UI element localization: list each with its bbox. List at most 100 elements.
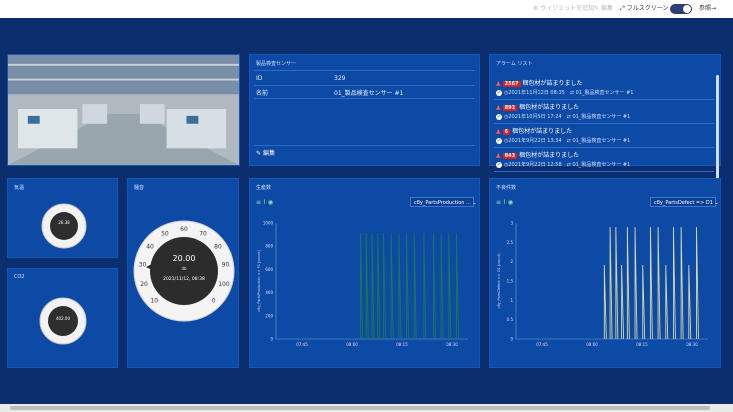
- device-icon: ⇄: [566, 138, 571, 144]
- sensor-info-panel: 製品検査センサー ID 329 名前 01_製品検査センサー #1 ✎ 編集: [249, 54, 480, 166]
- alarm-list: ▲ 2567 梱包材が詰まりました ✓ ◷2021年11月12日 08:35 ⇄ 01…: [494, 75, 714, 172]
- co2-gauge: 402.00: [39, 297, 87, 345]
- noise-timestamp: 2021/11/12, 08:38: [163, 276, 205, 282]
- alarm-scrollbar[interactable]: [716, 75, 719, 195]
- line-chart-icon[interactable]: ⌇: [503, 199, 506, 206]
- alarm-date: 2021年11月12日 08:35: [508, 90, 565, 96]
- eye-icon[interactable]: ◉: [268, 199, 273, 206]
- gauge-tick-label: 40: [146, 243, 154, 250]
- y-axis-label: c8y_PartsDefect => D1 [count]: [497, 253, 501, 309]
- alarm-text: 梱包材が詰まりました: [519, 152, 580, 159]
- alarm-count-badge: 892: [502, 105, 518, 111]
- y-tick-label: 3: [510, 221, 513, 226]
- alarm-item[interactable]: ▲ 892 梱包材が詰まりました ✓ ◷2021年10月5日 17:24 ⇄ 01_製…: [494, 99, 714, 124]
- id-value: 329: [334, 75, 346, 82]
- divider: [254, 145, 475, 146]
- alarm-count-badge: 2567: [502, 81, 521, 87]
- factory-image: [7, 54, 240, 166]
- gauge-tick-label: 80: [214, 243, 222, 250]
- divider: [254, 85, 475, 86]
- warning-icon: ▲: [496, 152, 501, 159]
- alarm-item[interactable]: ▲ 843 梱包材が詰まりました ✓ ◷2021年9月22日 12:58 ⇄ 01_製…: [494, 147, 714, 172]
- fullscreen-label: フルスクリーン: [626, 5, 669, 12]
- production-chart-panel: 生産数 ≡ ⌇ ◉ c8y_PartsProduction ... ⌄ 1000…: [249, 178, 480, 368]
- warning-icon: ▲: [496, 80, 501, 87]
- series-line: [360, 232, 459, 340]
- gauge-tick-label: 60: [180, 226, 188, 233]
- x-tick-label: 08:15: [636, 342, 648, 347]
- eye-icon[interactable]: ◉: [508, 199, 513, 206]
- warning-icon: ▲: [496, 104, 501, 111]
- check-icon: ✓: [496, 90, 502, 96]
- co2-title: CO2: [14, 274, 25, 280]
- reference-link[interactable]: 参照→: [699, 4, 716, 14]
- alarm-source: 01_製品検査センサー #1: [572, 138, 631, 144]
- gauge-tick-label: 50: [161, 231, 169, 238]
- y-tick-label: 600: [265, 267, 273, 272]
- y-tick-label: 2: [510, 259, 513, 264]
- alarm-list-panel: アラーム リスト ▲ 2567 梱包材が詰まりました ✓ ◷2021年11月12日 0…: [489, 54, 721, 195]
- x-tick-label: 08:15: [396, 342, 408, 347]
- alarm-source: 01_製品検査センサー #1: [575, 90, 634, 96]
- add-widget-button[interactable]: ⚙ ウィジェットを追加: [533, 4, 594, 14]
- defects-title: 不良件数: [496, 185, 517, 191]
- defects-series-select[interactable]: c8y_PartsDefect => D1 ⌄: [650, 197, 719, 207]
- defects-chart-panel: 不良件数 ≡ ⌇ ◉ c8y_PartsDefect => D1 ⌄ 3 2.5 2…: [489, 178, 721, 368]
- alarm-date: 2021年9月22日 12:58: [508, 162, 562, 168]
- alarm-item[interactable]: ▲ 2567 梱包材が詰まりました ✓ ◷2021年11月12日 08:35 ⇄ 01…: [494, 75, 714, 100]
- alarm-count-badge: 843: [502, 153, 518, 159]
- fullscreen-button[interactable]: ⤢ フルスクリーン: [620, 4, 668, 14]
- alarm-source: 01_製品検査センサー #1: [572, 162, 631, 168]
- production-title: 生産数: [256, 185, 272, 191]
- y-tick-label: 0: [510, 337, 513, 342]
- y-tick-label: 800: [265, 244, 273, 249]
- x-tick-label: 08:00: [346, 342, 358, 347]
- defects-series-label: c8y_PartsDefect => D1: [654, 200, 713, 206]
- edit-label: 編集: [600, 5, 613, 12]
- check-icon: ✓: [496, 162, 502, 168]
- y-tick-label: 1000: [263, 221, 274, 226]
- y-tick-label: 1.5: [507, 279, 514, 284]
- noise-panel: 騒音 10 20 30 40 50 60 70 80 90 100 0 20.00 db 2021/…: [127, 178, 239, 368]
- production-chart: 1000 800 600 400 200 0 07:45 08:00 08:15 08:30 c8y…: [257, 221, 468, 347]
- device-icon: ⇄: [566, 114, 571, 120]
- divider: [254, 98, 475, 99]
- menu-icon[interactable]: ≡: [256, 199, 261, 206]
- noise-unit: db: [181, 266, 187, 271]
- gauge-tick-label: 0: [212, 298, 216, 305]
- gauge-tick-label: 30: [139, 261, 147, 268]
- lock-toggle[interactable]: [670, 4, 692, 14]
- scrollbar-thumb[interactable]: [10, 406, 710, 410]
- warning-icon: ▲: [496, 128, 501, 135]
- alarm-panel-title: アラーム リスト: [496, 61, 533, 67]
- add-widget-label: ウィジェットを追加: [540, 5, 595, 12]
- x-tick-label: 08:30: [686, 342, 698, 347]
- toggle-knob: [683, 5, 691, 13]
- device-icon: ⇄: [566, 162, 571, 168]
- menu-icon[interactable]: ≡: [496, 199, 501, 206]
- noise-value: 20.00: [173, 254, 196, 263]
- x-tick-label: 08:00: [586, 342, 598, 347]
- production-series-select[interactable]: c8y_PartsProduction ... ⌄: [410, 197, 477, 207]
- line-chart-icon[interactable]: ⌇: [263, 199, 266, 206]
- pencil-icon: ✎: [256, 150, 262, 157]
- chart-tools: ≡ ⌇ ◉: [256, 199, 273, 206]
- co2-value: 402.00: [56, 316, 70, 321]
- check-icon: ✓: [496, 138, 502, 144]
- horizontal-scrollbar[interactable]: [0, 404, 733, 412]
- factory-photo: [8, 55, 239, 165]
- y-tick-label: 0.5: [507, 317, 514, 322]
- edit-button[interactable]: ✎ 編集: [594, 4, 613, 14]
- y-tick-label: 400: [265, 290, 273, 295]
- y-tick-label: 1: [510, 298, 513, 303]
- alarm-text: 梱包材が詰まりました: [519, 104, 580, 111]
- dashboard: 製品検査センサー ID 329 名前 01_製品検査センサー #1 ✎ 編集 ア…: [0, 18, 733, 404]
- gauge-tick-label: 100: [218, 281, 230, 288]
- series-line: [603, 226, 699, 340]
- alarm-date: 2021年9月22日 13:34: [508, 138, 562, 144]
- temperature-title: 気温: [14, 185, 25, 191]
- co2-panel: CO2 402.00: [7, 268, 118, 368]
- noise-gauge: 10 20 30 40 50 60 70 80 90 100 0 20.00 db 2021/11/…: [133, 220, 235, 322]
- sensor-edit-button[interactable]: ✎ 編集: [256, 148, 275, 157]
- alarm-item[interactable]: ▲ 6 梱包材が詰まりました ✓ ◷2021年9月22日 13:34 ⇄ 01_製品検…: [494, 123, 714, 148]
